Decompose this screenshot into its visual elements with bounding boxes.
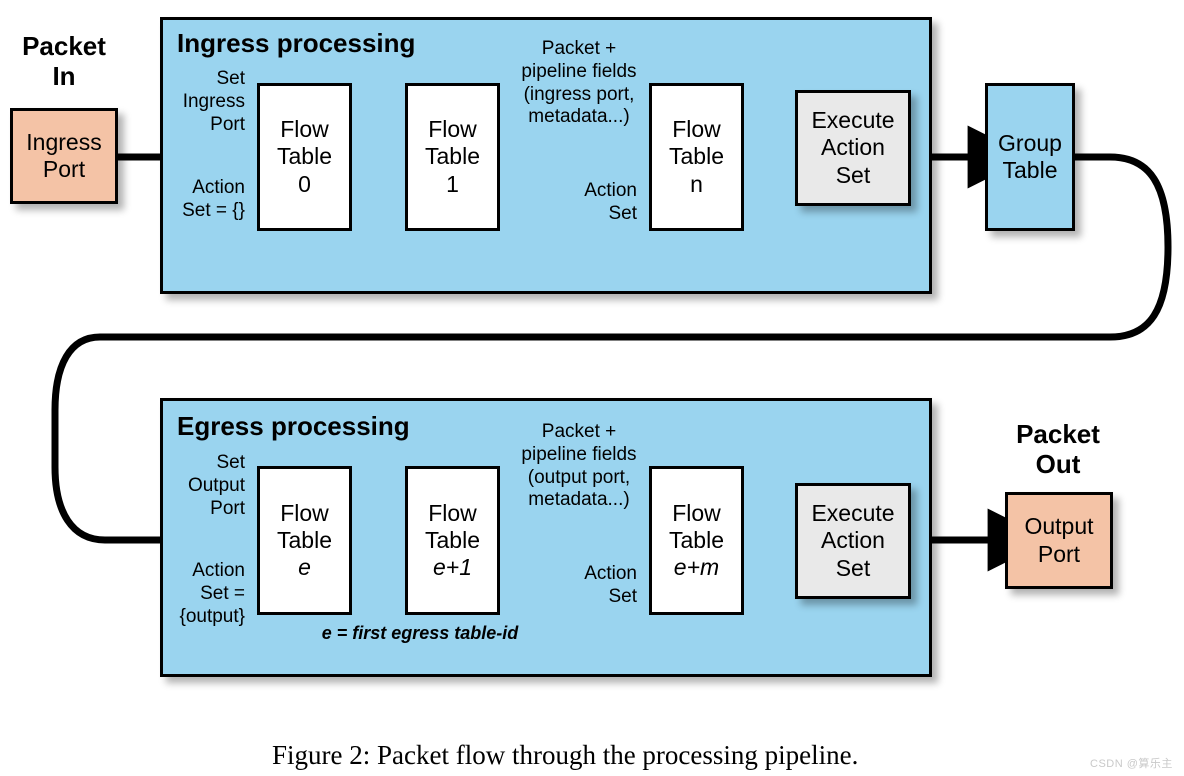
flow-table-1-line2: Table — [425, 143, 480, 170]
flow-table-0-line2: Table — [277, 143, 332, 170]
egress-execute-action-set-box: Execute Action Set — [795, 483, 911, 599]
flow-table-1-line1: Flow — [428, 116, 477, 143]
egress-action-set-note: Action Set = {output} — [179, 560, 245, 627]
figure-caption: Figure 2: Packet flow through the proces… — [272, 740, 859, 770]
flow-table-n-line3: n — [690, 170, 703, 197]
flow-table-e-line2: Table — [277, 526, 332, 553]
ingress-mid-action-set-note: Action Set — [584, 180, 637, 224]
ingress-set-port-note: Set Ingress Port — [182, 68, 245, 135]
packet-in-header: Packet In — [22, 31, 106, 91]
egress-panel-title: Egress processing — [177, 411, 410, 441]
flow-table-em-line3: e+m — [673, 554, 720, 581]
flow-table-e1-line1: Flow — [428, 499, 477, 526]
flow-table-0-box: Flow Table 0 — [257, 83, 352, 231]
ingress-port-box: Ingress Port — [10, 108, 118, 204]
packet-out-header: Packet Out — [1016, 419, 1100, 479]
flow-table-1-box: Flow Table 1 — [405, 83, 500, 231]
ingress-panel-title: Ingress processing — [177, 28, 416, 58]
figure-canvas: Packet In Ingress Port Ingress processing … — [0, 0, 1184, 776]
egress-table-id-footnote: e = first egress table-id — [321, 623, 519, 643]
group-table-box: Group Table — [985, 83, 1075, 231]
flow-table-em-line2: Table — [669, 526, 724, 553]
ingress-pipeline-fields-note: Packet + pipeline fields (ingress port, met… — [521, 38, 637, 128]
flow-table-e1-box: Flow Table e+1 — [405, 466, 500, 615]
flow-table-e1-line2: Table — [425, 526, 480, 553]
flow-table-0-line1: Flow — [280, 116, 329, 143]
egress-pipeline-fields-note: Packet + pipeline fields (output port, meta… — [521, 421, 637, 511]
flow-table-e1-line3: e+1 — [432, 554, 472, 581]
ingress-execute-action-set-box: Execute Action Set — [795, 90, 911, 206]
csdn-watermark: CSDN @算乐主 — [1090, 758, 1173, 770]
flow-table-n-line1: Flow — [672, 116, 721, 143]
egress-set-port-note: Set Output Port — [187, 452, 245, 519]
flow-table-em-line1: Flow — [672, 499, 721, 526]
flow-table-em-box: Flow Table e+m — [649, 466, 744, 615]
flow-table-1-line3: 1 — [446, 170, 459, 197]
flow-table-e-box: Flow Table e — [257, 466, 352, 615]
flow-table-e-line1: Flow — [280, 499, 329, 526]
egress-mid-action-set-note: Action Set — [584, 563, 637, 607]
flow-table-e-line3: e — [298, 554, 311, 581]
ingress-action-set-note: Action Set = {} — [182, 177, 245, 221]
flow-table-0-line3: 0 — [298, 170, 311, 197]
flow-table-n-line2: Table — [669, 143, 724, 170]
flow-table-n-box: Flow Table n — [649, 83, 744, 231]
output-port-box: Output Port — [1005, 492, 1113, 589]
